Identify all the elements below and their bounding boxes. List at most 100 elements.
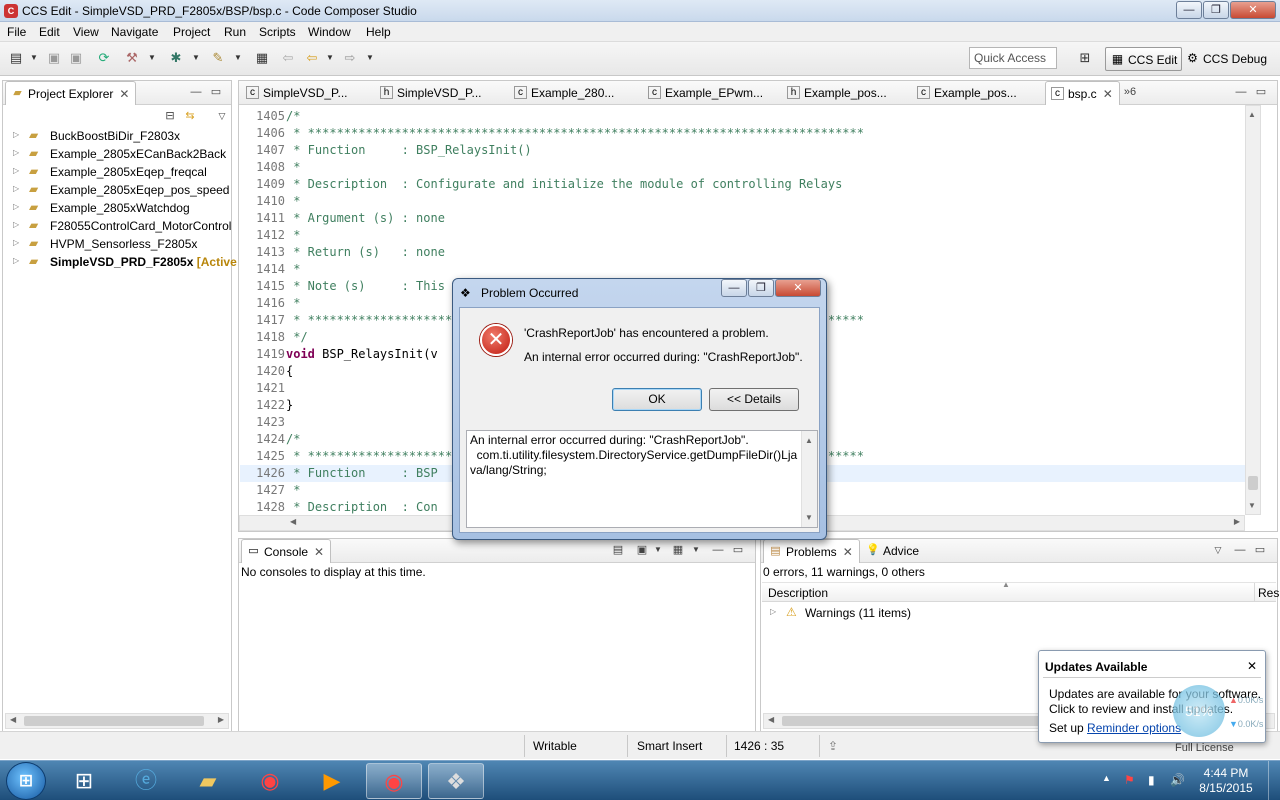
ok-button[interactable]: OK (612, 388, 702, 411)
code-line[interactable]: 1410 * (240, 193, 1245, 210)
code-line[interactable]: 1409 * Description : Configurate and ini… (240, 176, 1245, 193)
editor-tab[interactable]: c bsp.c ✕ (1045, 81, 1120, 105)
editor-tab[interactable]: h SimpleVSD_P... (375, 81, 488, 105)
details-text-area[interactable]: An internal error occurred during: "Cras… (466, 430, 818, 528)
link-editor-icon[interactable]: ⇆ (183, 109, 197, 123)
pin-console-icon[interactable]: ▤ (611, 543, 625, 557)
expand-icon[interactable]: ▷ (13, 166, 19, 175)
menu-navigate[interactable]: Navigate (111, 25, 158, 39)
view-menu-icon[interactable]: ▽ (215, 109, 229, 123)
editor-tab[interactable]: c Example_EPwm... (643, 81, 769, 105)
internet-explorer-icon[interactable]: ⓔ (118, 763, 174, 799)
editor-tab[interactable]: c Example_pos... (912, 81, 1023, 105)
refresh-icon[interactable]: ⟳ (96, 50, 112, 66)
perspective-ccs-edit[interactable]: ▦ CCS Edit (1105, 47, 1183, 71)
tab-problems[interactable]: ▤ Problems ✕ (763, 539, 860, 563)
last-edit-icon[interactable]: ⇦ (280, 50, 296, 66)
code-line[interactable]: 1412 * (240, 227, 1245, 244)
code-line[interactable]: 1413 * Return (s) : none (240, 244, 1245, 261)
close-problems-icon[interactable]: ✕ (843, 545, 853, 559)
perspective-ccs-debug[interactable]: ⚙ CCS Debug (1181, 47, 1271, 71)
ccs-taskbar-icon[interactable]: ❖ (428, 763, 484, 799)
windows-explorer-icon[interactable]: ⊞ (56, 763, 112, 799)
menu-run[interactable]: Run (224, 25, 246, 39)
flash-dropdown-icon[interactable]: ▼ (230, 50, 246, 66)
console-minimize-icon[interactable]: — (711, 543, 725, 557)
new-dropdown-icon[interactable]: ▼ (26, 50, 42, 66)
expand-icon[interactable]: ▷ (13, 202, 19, 211)
expand-icon[interactable]: ▷ (13, 220, 19, 229)
expand-icon[interactable]: ▷ (13, 256, 19, 265)
code-line[interactable]: 1405/* (240, 108, 1245, 125)
minimize-button[interactable]: — (1176, 1, 1202, 19)
terminal-icon[interactable]: ▦ (254, 50, 270, 66)
menu-scripts[interactable]: Scripts (259, 25, 296, 39)
back-dropdown-icon[interactable]: ▼ (322, 50, 338, 66)
forward-icon[interactable]: ⇨ (342, 50, 358, 66)
maximize-view-icon[interactable]: ▭ (209, 85, 223, 99)
save-icon[interactable]: ▣ (46, 50, 62, 66)
column-description[interactable]: Description (768, 586, 828, 600)
updates-notification[interactable]: Updates Available ✕ Updates are availabl… (1038, 650, 1266, 743)
close-console-icon[interactable]: ✕ (314, 545, 324, 559)
explorer-horizontal-scrollbar[interactable]: ◀ ▶ (5, 713, 229, 729)
maximize-button[interactable]: ❐ (1203, 1, 1229, 19)
open-console-icon[interactable]: ▦ (671, 543, 685, 557)
tab-advice[interactable]: 💡 Advice (861, 539, 925, 563)
collapse-all-icon[interactable]: ⊟ (163, 109, 177, 123)
start-button[interactable]: ⊞ (6, 762, 46, 800)
tab-project-explorer[interactable]: ▰ Project Explorer ✕ (5, 81, 137, 105)
menu-view[interactable]: View (73, 25, 99, 39)
menu-edit[interactable]: Edit (39, 25, 60, 39)
chrome-window-icon[interactable]: ◉ (366, 763, 422, 799)
save-all-icon[interactable]: ▣ (68, 50, 84, 66)
status-sync-icon[interactable]: ⇪ (828, 739, 838, 753)
editor-minimize-icon[interactable]: — (1234, 85, 1248, 99)
menu-file[interactable]: File (7, 25, 26, 39)
folder-taskbar-icon[interactable]: ▰ (180, 763, 236, 799)
close-tab-icon[interactable]: ✕ (119, 87, 129, 101)
tray-alert-icon[interactable]: ⚑ (1124, 773, 1135, 787)
close-button[interactable]: ✕ (1230, 1, 1276, 19)
display-console-icon[interactable]: ▣ (635, 543, 649, 557)
reminder-options-link[interactable]: Reminder options (1087, 721, 1181, 735)
open-perspective-icon[interactable]: ⊞ (1077, 50, 1093, 66)
network-icon[interactable]: ▮ (1148, 773, 1155, 787)
tab-console[interactable]: ▭ Console ✕ (241, 539, 332, 563)
minimize-view-icon[interactable]: — (189, 85, 203, 99)
back-icon[interactable]: ⇦ (304, 50, 320, 66)
debug-icon[interactable]: ✱ (168, 50, 184, 66)
close-tab-icon[interactable]: ✕ (1103, 87, 1113, 101)
editor-tab[interactable]: c SimpleVSD_P... (241, 81, 354, 105)
menu-window[interactable]: Window (308, 25, 351, 39)
details-scrollbar[interactable]: ▲ ▼ (801, 431, 817, 527)
dialog-close-button[interactable]: ✕ (775, 279, 821, 297)
chrome-icon[interactable]: ◉ (242, 763, 298, 799)
editor-tab[interactable]: c Example_280... (509, 81, 620, 105)
dialog-minimize-button[interactable]: — (721, 279, 747, 297)
expand-icon[interactable]: ▷ (13, 130, 19, 139)
build-icon[interactable]: ⚒ (124, 50, 140, 66)
console-maximize-icon[interactable]: ▭ (731, 543, 745, 557)
table-row[interactable]: ▷ ⚠ Warnings (11 items) (762, 603, 1276, 623)
forward-dropdown-icon[interactable]: ▼ (362, 50, 378, 66)
debug-dropdown-icon[interactable]: ▼ (188, 50, 204, 66)
menu-help[interactable]: Help (366, 25, 391, 39)
code-line[interactable]: 1414 * (240, 261, 1245, 278)
menu-project[interactable]: Project (173, 25, 210, 39)
expand-icon[interactable]: ▷ (13, 148, 19, 157)
dialog-maximize-button[interactable]: ❐ (748, 279, 774, 297)
code-line[interactable]: 1411 * Argument (s) : none (240, 210, 1245, 227)
flash-icon[interactable]: ✎ (210, 50, 226, 66)
notification-close-icon[interactable]: ✕ (1247, 659, 1257, 673)
tab-overflow[interactable]: »6 (1119, 85, 1141, 99)
code-line[interactable]: 1406 * *********************************… (240, 125, 1245, 142)
expand-icon[interactable]: ▷ (13, 238, 19, 247)
editor-maximize-icon[interactable]: ▭ (1254, 85, 1268, 99)
tray-expand-icon[interactable]: ▲ (1102, 773, 1111, 783)
details-button[interactable]: << Details (709, 388, 799, 411)
open-console-dropdown-icon[interactable]: ▼ (689, 543, 703, 557)
media-player-icon[interactable]: ▶ (304, 763, 360, 799)
problems-view-menu-icon[interactable]: ▽ (1211, 543, 1225, 557)
expand-icon[interactable]: ▷ (13, 184, 19, 193)
